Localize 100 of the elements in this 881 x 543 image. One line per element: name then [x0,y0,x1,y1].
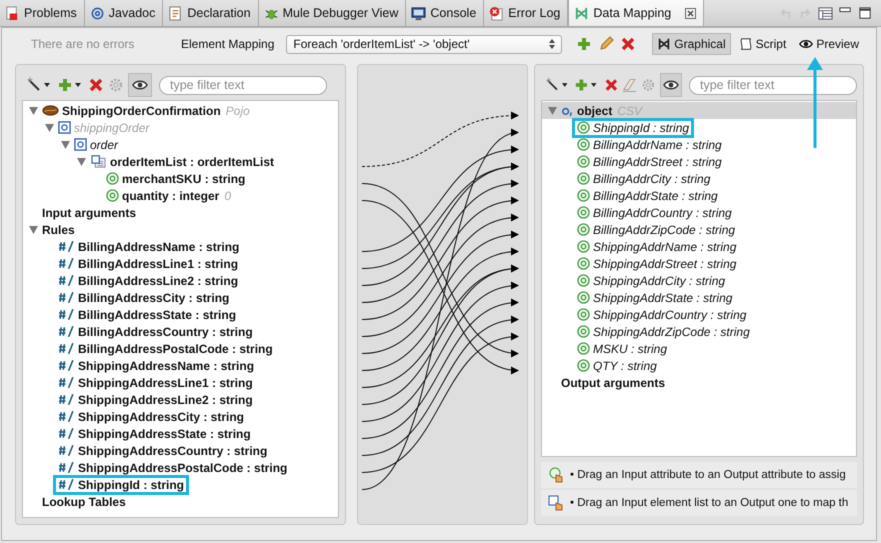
eraser-icon[interactable] [622,77,637,93]
attribute-icon [577,257,590,270]
filter-field[interactable]: type filter text [159,76,327,94]
magic-wand-icon[interactable] [26,77,42,93]
expand-toggle-icon[interactable] [29,226,38,234]
dropdown-caret-icon[interactable] [44,83,50,87]
expand-toggle-icon[interactable] [77,158,86,166]
tree-item[interactable]: Output arguments [561,376,665,390]
element-icon [74,138,87,151]
attribute-icon [577,155,590,168]
tree-item[interactable]: quantity : integer [122,188,220,202]
tree-item[interactable]: BillingAddrZipCode : string [593,222,736,236]
error-icon [489,6,504,20]
tree-item[interactable]: ShippingAddrCity : string [593,274,726,288]
visibility-toggle[interactable] [128,73,152,97]
tree-item[interactable]: ShippingAddrStreet : string [593,256,736,270]
hash-slash-icon [58,461,75,474]
tree-item[interactable]: BillingAddressCountry : string [78,324,253,338]
tree-item[interactable]: ShippingId : string [593,120,690,134]
drag-list-icon [548,495,564,511]
view-tab[interactable]: Javadoc [84,0,164,26]
tree-item[interactable]: ShippingAddressCountry : string [78,444,268,458]
dropdown-caret-icon[interactable] [591,83,597,87]
dropdown-caret-icon[interactable] [562,83,568,87]
element-list-icon [90,155,107,168]
tree-item[interactable]: BillingAddrName : string [593,138,722,152]
attribute-icon [577,308,590,321]
tree-item[interactable]: BillingAddressLine1 : string [78,256,238,270]
tree-item[interactable]: ShippingId : string [78,478,184,492]
view-tab[interactable]: Declaration [163,0,259,26]
tree-item[interactable]: QTY : string [593,358,657,372]
tree-item[interactable]: ShippingAddressLine1 : string [78,376,253,390]
expand-toggle-icon[interactable] [29,106,38,114]
tree-item[interactable]: BillingAddrStreet : string [593,154,722,168]
pencil-icon[interactable] [598,36,614,52]
maximize-icon[interactable] [858,6,873,20]
tree-item[interactable]: ShippingOrderConfirmation [62,104,221,118]
view-tab[interactable]: Mule Debugger View [258,0,406,26]
mode-button[interactable]: Preview [794,33,864,55]
drag-attribute-icon [548,467,564,483]
tree-item[interactable]: ShippingAddrCountry : string [593,308,746,322]
hash-slash-icon [58,376,75,389]
tree-item[interactable]: BillingAddrCity : string [593,172,710,186]
view-tab[interactable]: Console [406,0,484,26]
dropdown-caret-icon[interactable] [75,83,81,87]
tree-item[interactable]: BillingAddressPostalCode : string [78,342,273,356]
tree-item[interactable]: BillingAddressName : string [78,240,240,254]
view-tab[interactable]: Problems [0,0,85,26]
attribute-icon [577,325,590,338]
hint-text: • Drag an Input attribute to an Output attribute to assig [570,469,846,481]
tree-item[interactable]: BillingAddrCountry : string [593,206,732,220]
delete-icon[interactable] [620,36,636,52]
eye-icon [799,37,814,51]
add-icon[interactable] [576,36,592,52]
tree-item[interactable]: ShippingAddressState : string [78,426,251,440]
tree-item[interactable]: MSKU : string [593,342,668,356]
hash-slash-icon [58,257,75,270]
tree-item[interactable]: merchantSKU : string [122,172,246,186]
tree-item[interactable]: ShippingAddrState : string [593,290,732,304]
bean-icon [42,104,59,117]
tree-item[interactable]: BillingAddressState : string [78,308,236,322]
attribute-icon [577,359,590,372]
delete-icon[interactable] [88,77,104,93]
mapping-dropdown[interactable]: Foreach 'orderItemList' -> 'object' [286,34,562,54]
tree-item[interactable]: object [577,104,612,118]
filter-field[interactable]: type filter text [689,76,857,94]
type-hint: Pojo [226,104,250,118]
tree-item[interactable]: BillingAddressCity : string [78,290,230,304]
mode-button[interactable]: Graphical [652,33,731,55]
tree-item[interactable]: order [90,138,118,152]
visibility-toggle[interactable] [660,73,682,97]
expand-toggle-icon[interactable] [45,124,54,132]
stepper-arrows-icon [549,39,556,49]
tree-item[interactable]: ShippingAddressLine2 : string [78,392,253,406]
attribute-icon [577,291,590,304]
tree-item[interactable]: Lookup Tables [42,494,126,508]
tree-item[interactable]: Input arguments [42,206,136,220]
close-icon[interactable] [685,8,696,18]
tree-item[interactable]: orderItemList : orderItemList [110,154,274,168]
tree-item[interactable]: ShippingAddrName : string [593,240,736,254]
attribute-icon [577,206,590,219]
expand-toggle-icon[interactable] [61,140,70,148]
tree-item[interactable]: ShippingAddressCity : string [78,410,244,424]
view-tab[interactable]: Data Mapping [568,0,704,26]
tree-item[interactable]: ShippingAddrZipCode : string [593,324,750,338]
tree-item[interactable]: ShippingAddressPostalCode : string [78,460,288,474]
attribute-icon [577,342,590,355]
tree-item[interactable]: Rules [42,222,75,236]
tree-item[interactable]: ShippingAddressName : string [78,358,254,372]
tree-item[interactable]: BillingAddrState : string [593,188,718,202]
attribute-icon [577,189,590,202]
delete-icon[interactable] [604,77,618,93]
mode-button[interactable]: Script [734,33,792,55]
expand-toggle-icon[interactable] [548,106,557,114]
tree-item[interactable]: BillingAddressLine2 : string [78,274,238,288]
magic-wand-icon[interactable] [545,77,560,93]
attribute-icon [577,274,590,287]
hash-slash-icon [58,240,75,253]
view-menu-icon[interactable] [818,6,833,20]
hash-slash-icon [58,478,75,491]
